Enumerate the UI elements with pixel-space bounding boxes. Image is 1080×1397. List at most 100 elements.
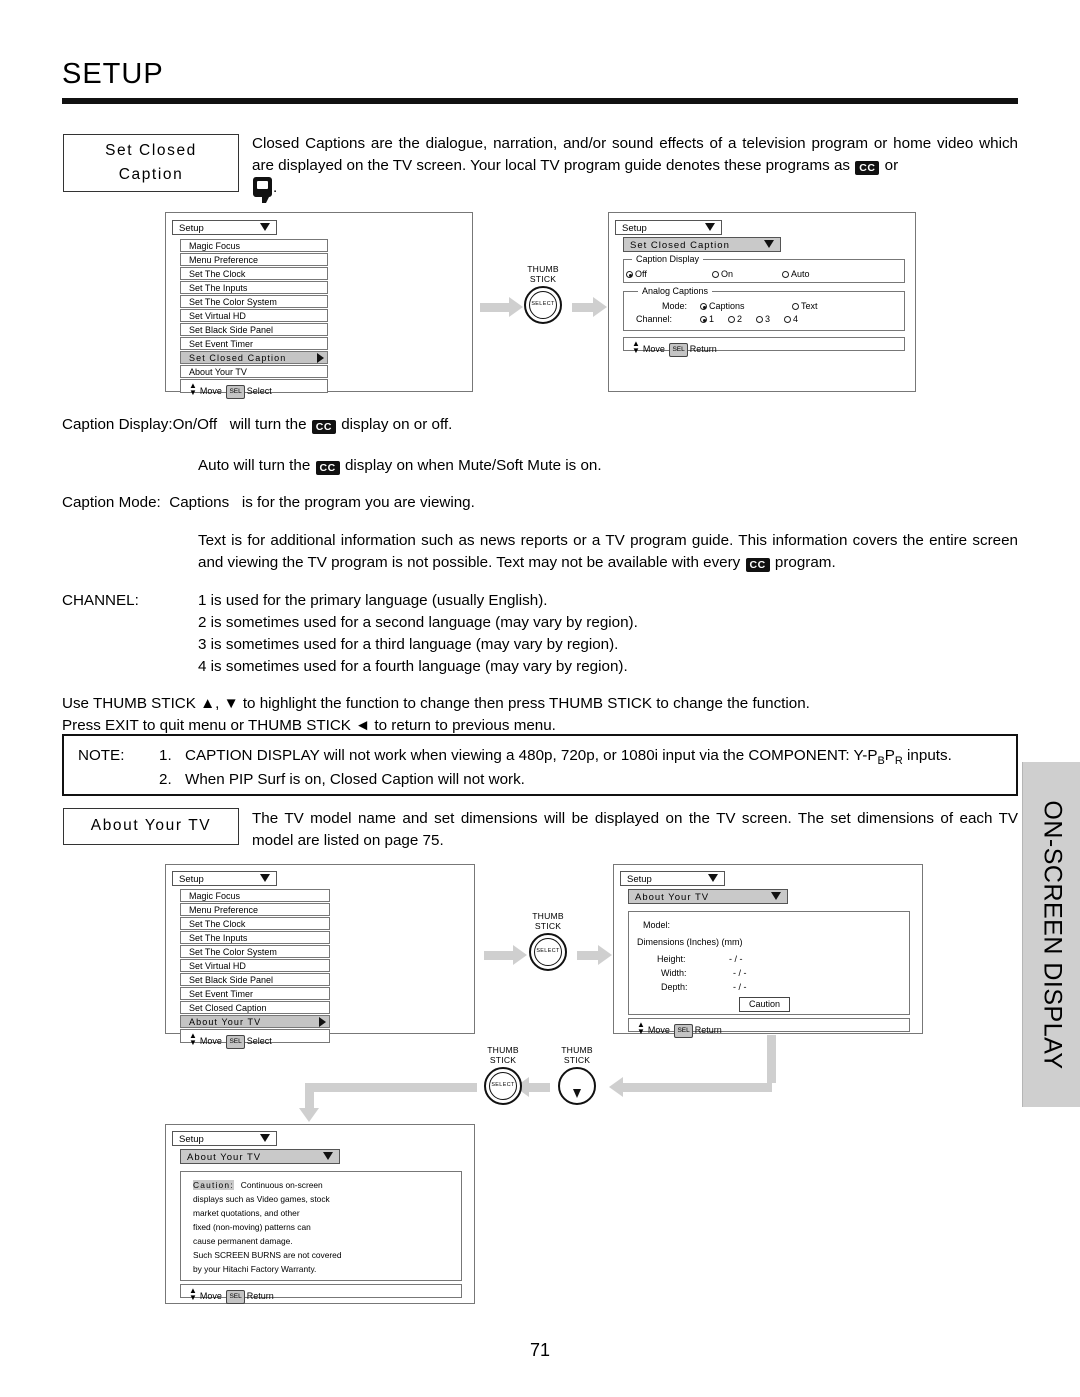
osd-title-setup-3[interactable]: Setup: [172, 871, 277, 886]
menu-item-set-the-inputs-2[interactable]: Set The Inputs: [180, 931, 330, 944]
menu-item-set-the-inputs[interactable]: Set The Inputs: [180, 281, 328, 294]
caption-display-term: Caption Display:On/Off: [62, 416, 218, 433]
up-down-arrows-icon: ▲ ▼: [189, 381, 197, 397]
chevron-down-icon: [260, 874, 270, 882]
radio-mode-text[interactable]: Text: [792, 301, 818, 312]
sel-key-icon: SEL: [669, 343, 688, 357]
caution-line-7: by your Hitachi Factory Warranty.: [193, 1264, 317, 1274]
caution-button[interactable]: Caution: [739, 997, 791, 1012]
menu-item-about-your-tv[interactable]: About Your TV: [180, 365, 328, 378]
caption-display-group: Caption Display Off On Auto: [623, 254, 905, 283]
radio-channel-4[interactable]: 4: [784, 314, 798, 325]
osd-title-setup[interactable]: Setup: [172, 220, 277, 235]
menu-item-set-closed-caption-2[interactable]: Set Closed Caption: [180, 1001, 330, 1014]
menu-item-menu-preference-2[interactable]: Menu Preference: [180, 903, 330, 916]
model-label: Model:: [643, 920, 671, 930]
thumb-stick-select-icon-2: THUMB STICK SELECT: [521, 911, 575, 971]
radio-caption-display-on[interactable]: On: [712, 269, 733, 280]
chevron-right-icon: [317, 353, 324, 363]
osd-title-setup-label: Setup: [179, 223, 204, 234]
menu-item-set-event-timer[interactable]: Set Event Timer: [180, 337, 328, 350]
osd-subtitle-about-your-tv[interactable]: About Your TV: [628, 889, 788, 904]
radio-icon-ch4: [784, 316, 791, 323]
menu-item-set-the-color-system-2[interactable]: Set The Color System: [180, 945, 330, 958]
footer-move-label: Move: [199, 386, 222, 396]
flow-arrow-down: [299, 1083, 319, 1122]
menu-item-set-the-clock[interactable]: Set The Clock: [180, 267, 328, 280]
depth-value: - / -: [733, 982, 747, 992]
caution-line-5: cause permanent damage.: [193, 1236, 293, 1246]
flow-arrow-right-1: [480, 297, 523, 317]
osd-subtitle-set-closed-caption[interactable]: Set Closed Caption: [623, 237, 781, 252]
menu-item-set-virtual-hd[interactable]: Set Virtual HD: [180, 309, 328, 322]
osd-title-setup-5[interactable]: Setup: [172, 1131, 277, 1146]
caution-text-panel: Caution: Continuous on-screen displays s…: [180, 1171, 462, 1281]
radio-icon-text: [792, 303, 799, 310]
channel-line-3: 3 is sometimes used for a third language…: [198, 636, 619, 653]
menu-item-magic-focus-2[interactable]: Magic Focus: [180, 889, 330, 902]
section-tab-on-screen-display: ON-SCREEN DISPLAY: [1022, 762, 1080, 1107]
height-label: Height:: [657, 954, 686, 964]
note-label: NOTE:: [78, 747, 125, 764]
flow-elbow-horizontal-2: [305, 1083, 477, 1092]
set-closed-caption-label-line2: Caption: [118, 166, 184, 183]
menu-item-set-black-side-panel-2[interactable]: Set Black Side Panel: [180, 973, 330, 986]
osd-footer-bar-2: ▲ ▼ Move SEL Select: [180, 1029, 330, 1049]
menu-item-menu-preference[interactable]: Menu Preference: [180, 253, 328, 266]
osd-subtitle-about-your-tv-2[interactable]: About Your TV: [180, 1149, 340, 1164]
note-item-1: 1. CAPTION DISPLAY will not work when vie…: [159, 747, 952, 768]
flow-arrow-right-2: [572, 297, 607, 317]
flow-arrow-right-3: [484, 945, 527, 965]
up-down-arrows-icon: ▲ ▼: [632, 339, 640, 355]
thumb-stick-select-icon-1: THUMB STICK SELECT: [516, 264, 570, 324]
radio-mode-captions[interactable]: Captions: [700, 301, 745, 312]
radio-icon-ch3: [756, 316, 763, 323]
page-number: 71: [529, 1340, 551, 1360]
chevron-down-icon: [260, 223, 270, 231]
channel-label: Channel:: [636, 314, 673, 324]
menu-item-about-your-tv-selected[interactable]: About Your TV: [180, 1015, 330, 1028]
flow-arrow-right-4: [577, 945, 612, 965]
menu-item-magic-focus[interactable]: Magic Focus: [180, 239, 328, 252]
width-value: - / -: [733, 968, 747, 978]
chevron-down-icon: [323, 1152, 333, 1160]
osd-footer-bar-4: ▲ ▼ Move SEL Return: [180, 1284, 462, 1304]
osd-title-setup-2[interactable]: Setup: [615, 220, 722, 235]
menu-item-set-black-side-panel[interactable]: Set Black Side Panel: [180, 323, 328, 336]
cc-badge-icon: CC: [745, 558, 770, 572]
chevron-down-icon: [764, 240, 774, 248]
radio-icon-ch2: [728, 316, 735, 323]
osd-title-setup-4[interactable]: Setup: [620, 871, 725, 886]
sel-key-icon: SEL: [674, 1024, 693, 1038]
radio-caption-display-off[interactable]: Off: [626, 269, 647, 280]
radio-channel-3[interactable]: 3: [756, 314, 770, 325]
thumb-stick-select-icon-3: THUMB STICK SELECT: [476, 1045, 530, 1105]
about-your-tv-label-box: About Your TV: [63, 808, 239, 845]
channel-line-1: 1 is used for the primary language (usua…: [198, 592, 548, 609]
menu-item-set-the-color-system[interactable]: Set The Color System: [180, 295, 328, 308]
menu-item-set-closed-caption-selected[interactable]: Set Closed Caption: [180, 351, 328, 364]
analog-captions-legend: Analog Captions: [638, 286, 713, 296]
menu-item-set-virtual-hd-2[interactable]: Set Virtual HD: [180, 959, 330, 972]
analog-captions-group: Analog Captions Mode: Captions Text Chan…: [623, 286, 905, 331]
caution-line-3: market quotations, and other: [193, 1208, 300, 1218]
note-box: NOTE: 1. CAPTION DISPLAY will not work wh…: [62, 734, 1018, 796]
radio-caption-display-auto[interactable]: Auto: [782, 269, 810, 280]
sel-key-icon: SEL: [226, 1290, 245, 1304]
diagram-setup-menu-frame-2: Setup Magic Focus Menu Preference Set Th…: [165, 864, 475, 1049]
menu-item-set-the-clock-2[interactable]: Set The Clock: [180, 917, 330, 930]
osd-subtitle-label: Set Closed Caption: [630, 240, 730, 251]
menu-item-set-event-timer-2[interactable]: Set Event Timer: [180, 987, 330, 1000]
cc-badge-icon: CC: [855, 161, 880, 175]
radio-channel-2[interactable]: 2: [728, 314, 742, 325]
width-label: Width:: [661, 968, 687, 978]
about-your-tv-label: About Your TV: [90, 817, 212, 835]
section-tab-label: ON-SCREEN DISPLAY: [1038, 799, 1066, 1070]
set-closed-caption-label-box: Set Closed Caption: [63, 134, 239, 192]
sel-key-icon: SEL: [226, 385, 245, 399]
radio-channel-1[interactable]: 1: [700, 314, 714, 325]
flow-arrow-left-1: [609, 1077, 628, 1097]
page-title: SETUP: [62, 58, 164, 90]
intro-period: .: [273, 179, 278, 196]
diagram-setup-menu-frame: Setup Magic Focus Menu Preference Set Th…: [165, 212, 473, 399]
